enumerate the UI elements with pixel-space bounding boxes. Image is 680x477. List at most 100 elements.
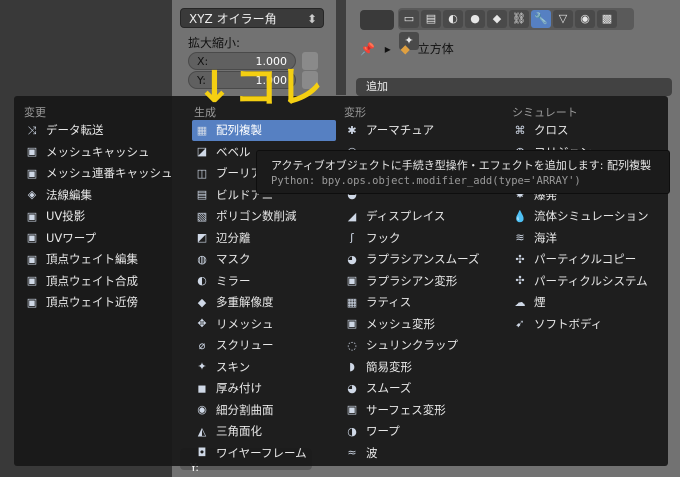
menu-item[interactable]: ✥ リメッシュ (192, 314, 336, 335)
menu-item-label: 辺分離 (216, 230, 251, 245)
menu-item-label: 厚み付け (216, 381, 262, 395)
menu-item[interactable]: ⌘ クロス (510, 120, 662, 141)
menu-item[interactable]: ✱ アーマチュア (342, 120, 502, 141)
menu-item[interactable]: ◌ シュリンクラップ (342, 335, 502, 356)
lattice-icon: ▦ (346, 295, 358, 309)
menu-item[interactable]: ▣ ラプラシアン変形 (342, 271, 502, 292)
menu-item[interactable]: ≈ 波 (342, 443, 502, 464)
menu-item-label: 配列複製 (216, 123, 262, 137)
data-tab-icon[interactable]: ▽ (553, 10, 573, 28)
menu-item[interactable]: ⤨ データ転送 (22, 120, 174, 141)
scene-tab-icon[interactable]: ◐ (443, 10, 463, 28)
menu-item[interactable]: ▣ メッシュキャッシュ (22, 142, 174, 163)
menu-item[interactable]: ✦ スキン (192, 357, 336, 378)
tooltip-python: Python: bpy.ops.object.modifier_add(type… (271, 175, 581, 187)
menu-item[interactable]: ▣ サーフェス変形 (342, 400, 502, 421)
decimate-icon: ▧ (196, 209, 208, 223)
menu-item-label: メッシュ連番キャッシュ (46, 166, 173, 180)
tooltip-text: アクティブオブジェクトに手続き型操作・エフェクトを追加します: 配列複製 (271, 159, 651, 172)
editor-type-button[interactable] (360, 10, 394, 30)
menu-item[interactable]: ◐ ミラー (192, 271, 336, 292)
laplacian-deform-icon: ▣ (346, 274, 358, 287)
menu-item-label: ソフトボディ (534, 316, 603, 331)
menu-item[interactable]: ▣ UVワープ (22, 228, 174, 249)
menu-item[interactable]: ◕ ラプラシアンスムーズ (342, 249, 502, 270)
menu-item[interactable]: ◑ ワープ (342, 421, 502, 442)
menu-item[interactable]: ≋ 海洋 (510, 228, 662, 249)
texture-tab-icon[interactable]: ▩ (597, 10, 617, 28)
breadcrumb: 📌 ▸ ◆ 立方体 (360, 40, 454, 57)
tooltip: アクティブオブジェクトに手続き型操作・エフェクトを追加します: 配列複製 Pyt… (256, 150, 670, 194)
mask-icon: ◍ (197, 252, 207, 266)
wireframe-icon: ◘ (197, 446, 207, 459)
menu-item[interactable]: ⌀ スクリュー (192, 335, 336, 356)
menu-item[interactable]: ▣ メッシュ連番キャッシュ (22, 163, 174, 184)
menu-item-label: ポリゴン数削減 (216, 209, 297, 223)
menu-item[interactable]: ▣ 頂点ウェイト近傍 (22, 292, 174, 313)
shrinkwrap-icon: ◌ (347, 338, 357, 352)
menu-item[interactable]: ◢ ディスプレイス (342, 206, 502, 227)
menu-item-label: ラプラシアンスムーズ (366, 252, 480, 266)
menu-item-label: メッシュ変形 (366, 316, 435, 331)
constraints-tab-icon[interactable]: ⛓ (509, 10, 529, 28)
displace-icon: ◢ (347, 209, 357, 223)
menu-item[interactable]: ▣ UV投影 (22, 206, 174, 227)
chevron-right-icon: ▸ (384, 42, 391, 56)
scale-label: 拡大縮小: (188, 36, 241, 50)
menu-item[interactable]: ▦ ラティス (342, 292, 502, 313)
menu-item[interactable]: ▦ 配列複製 (192, 120, 336, 141)
mesh-cache-icon: ▣ (26, 145, 38, 158)
menu-item[interactable]: 💧 流体シミュレーション (510, 206, 662, 227)
array-icon: ▦ (196, 123, 208, 137)
smooth-icon: ◕ (347, 381, 357, 395)
menu-item[interactable]: ▣ 頂点ウェイト編集 (22, 249, 174, 270)
data-transfer-icon: ⤨ (27, 123, 37, 137)
add-modifier-button[interactable]: 追加 (356, 78, 672, 96)
menu-column-header: シミュレート (512, 106, 578, 119)
menu-item-label: ワイヤーフレーム (216, 445, 307, 460)
menu-item[interactable]: ◩ 辺分離 (192, 228, 336, 249)
menu-item-label: UV投影 (46, 209, 86, 223)
menu-item-label: スムーズ (366, 381, 412, 395)
bevel-icon: ◪ (196, 145, 208, 158)
menu-item[interactable]: ʃ フック (342, 228, 502, 249)
menu-item[interactable]: ✣ パーティクルシステム (510, 271, 662, 292)
menu-item[interactable]: ▣ メッシュ変形 (342, 314, 502, 335)
menu-item[interactable]: ◼ 厚み付け (192, 378, 336, 399)
menu-item[interactable]: ◗ 簡易変形 (342, 357, 502, 378)
mesh-deform-icon: ▣ (346, 317, 358, 330)
rotation-mode-select[interactable]: XYZ オイラー角 ⬍ (180, 8, 324, 28)
menu-item[interactable]: ◉ 細分割曲面 (192, 400, 336, 421)
material-tab-icon[interactable]: ◉ (575, 10, 595, 28)
render-tab-icon[interactable]: ▭ (399, 10, 419, 28)
skin-icon: ✦ (197, 360, 207, 373)
menu-item-label: スクリュー (216, 338, 274, 352)
menu-item-label: 流体シミュレーション (534, 209, 649, 223)
menu-item[interactable]: ▣ 頂点ウェイト合成 (22, 271, 174, 292)
menu-item-label: 波 (366, 445, 378, 460)
layers-tab-icon[interactable]: ▤ (421, 10, 441, 28)
warp-icon: ◑ (347, 424, 357, 438)
menu-item[interactable]: ◕ スムーズ (342, 378, 502, 399)
add-modifier-label: 追加 (366, 80, 388, 93)
screw-icon: ⌀ (198, 338, 206, 352)
menu-item[interactable]: ▧ ポリゴン数削減 (192, 206, 336, 227)
menu-item[interactable]: ☁ 煙 (510, 292, 662, 313)
menu-item-label: ベベル (216, 144, 251, 159)
menu-item[interactable]: ◍ マスク (192, 249, 336, 270)
menu-item[interactable]: ➹ ソフトボディ (510, 314, 662, 335)
menu-item[interactable]: ✣ パーティクルコピー (510, 249, 662, 270)
menu-item[interactable]: ◆ 多重解像度 (192, 292, 336, 313)
cube-icon: ◆ (400, 42, 410, 56)
particle-system-icon: ✣ (515, 274, 525, 287)
menu-item-label: メッシュキャッシュ (46, 144, 150, 159)
modifiers-tab-icon[interactable]: 🔧 (531, 10, 551, 28)
menu-item[interactable]: ◭ 三角面化 (192, 421, 336, 442)
world-tab-icon[interactable]: ● (465, 10, 485, 28)
menu-item-label: 多重解像度 (216, 295, 274, 309)
menu-item[interactable]: ◈ 法線編集 (22, 185, 174, 206)
menu-item[interactable]: ◘ ワイヤーフレーム (192, 443, 336, 464)
multires-icon: ◆ (197, 295, 207, 309)
object-tab-icon[interactable]: ◆ (487, 10, 507, 28)
pin-icon[interactable]: 📌 (360, 42, 375, 56)
